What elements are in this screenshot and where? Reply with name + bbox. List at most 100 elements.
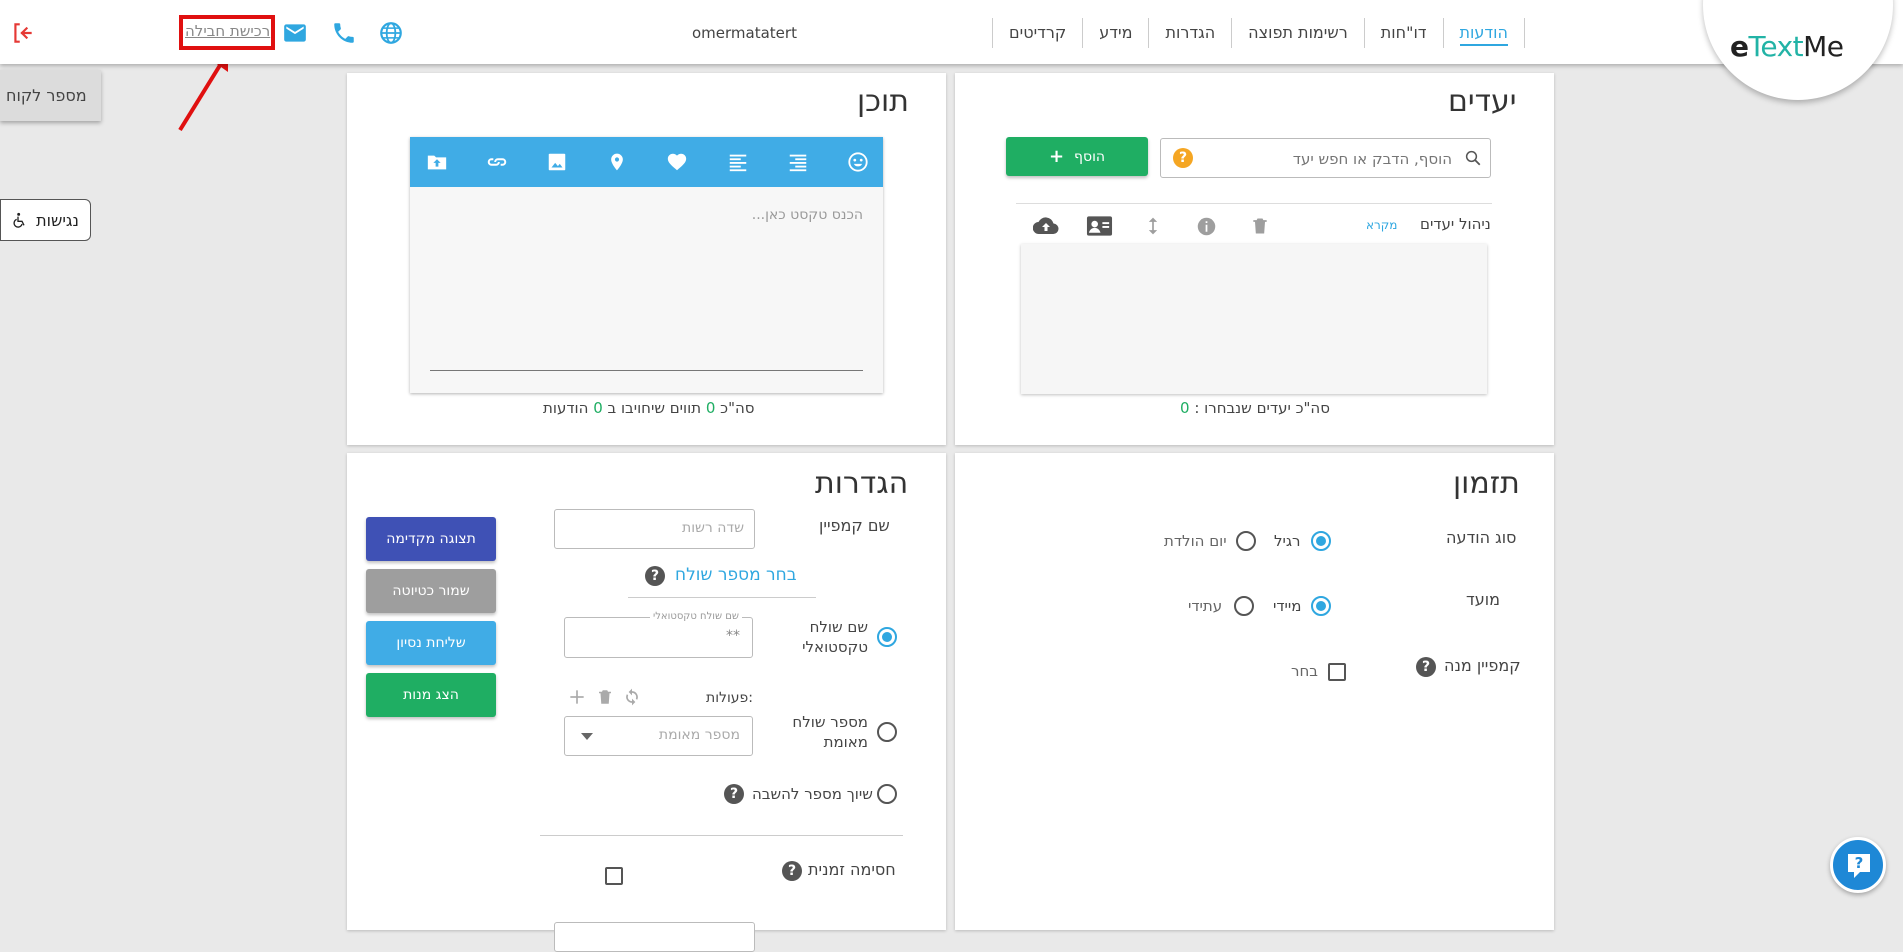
info-icon[interactable] (1196, 216, 1217, 237)
temporary-block-field[interactable] (554, 922, 755, 952)
textual-sender-field[interactable]: שם שולח טקסטואלי ** (564, 611, 753, 658)
message-type-label: סוג הודעה (1446, 528, 1517, 547)
upload-cloud-icon[interactable] (1033, 215, 1059, 237)
chevron-down-icon (581, 733, 593, 740)
nav-reports[interactable]: דו"חות (1363, 18, 1443, 48)
logo-me: Me (1803, 30, 1844, 63)
scheduling-title: תזמון (1453, 466, 1520, 501)
choose-sender-help-icon[interactable]: ? (645, 566, 665, 586)
textual-sender-value: ** (726, 628, 740, 644)
recipient-search-input[interactable] (1214, 147, 1454, 171)
choose-sender-divider (628, 597, 816, 598)
reply-number-radio[interactable] (877, 784, 897, 804)
contact-card-icon[interactable] (1086, 215, 1113, 237)
send-test-button[interactable]: שליחת נסיון (366, 621, 496, 665)
plus-icon: + (1048, 146, 1065, 167)
align-right-icon[interactable] (787, 151, 809, 173)
main-nav: הודעות דו"חות רשימות תפוצה הגדרות מידע ק… (992, 18, 1525, 48)
nav-settings[interactable]: הגדרות (1148, 18, 1231, 48)
image-icon[interactable] (546, 151, 568, 173)
message-type-birthday-radio[interactable] (1236, 531, 1256, 551)
add-recipient-button[interactable]: הוסף + (1006, 137, 1148, 176)
choose-sender-link[interactable]: בחר מספר שולח (675, 565, 797, 585)
legend-link[interactable]: מקרא (1366, 218, 1397, 232)
align-left-icon[interactable] (727, 151, 749, 173)
accessibility-button[interactable]: נגישות (0, 199, 91, 241)
verified-number-select[interactable]: מספר מאומת (564, 716, 753, 756)
accessibility-label: נגישות (36, 210, 79, 230)
timing-future-label: עתידי (1188, 597, 1223, 615)
recipients-title: יעדים (1448, 84, 1517, 119)
recipients-total-count: 0 (1180, 399, 1190, 417)
timing-now-label: מיידי (1273, 597, 1302, 615)
logout-icon[interactable] (10, 20, 36, 46)
location-icon[interactable] (607, 150, 627, 174)
message-type-birthday-label: יום הולדת (1164, 532, 1227, 550)
wheelchair-icon (13, 212, 25, 228)
link-icon[interactable] (485, 151, 509, 173)
subscription-checkbox[interactable] (1328, 663, 1346, 681)
refresh-icon[interactable] (622, 687, 642, 707)
temporary-block-checkbox[interactable] (605, 867, 623, 885)
verified-sender-radio[interactable] (877, 722, 897, 742)
timing-future-radio[interactable] (1234, 596, 1254, 616)
messages-count: 0 (593, 399, 603, 417)
timing-label: מועד (1466, 590, 1500, 609)
help-chat-icon: ? (1848, 854, 1870, 878)
upload-file-icon[interactable] (425, 151, 449, 173)
textual-sender-field-label: שם שולח טקסטואלי (650, 611, 742, 622)
editor-placeholder[interactable]: הכנס טקסט כאן... (752, 207, 863, 223)
nav-credits[interactable]: קרדיטים (992, 18, 1082, 48)
globe-icon[interactable] (378, 20, 404, 46)
settings-divider (540, 835, 903, 836)
nav-distribution-lists[interactable]: רשימות תפוצה (1231, 18, 1364, 48)
heart-icon[interactable] (666, 151, 688, 173)
save-draft-button[interactable]: שמור כטיוטה (366, 569, 496, 613)
campaign-name-placeholder: שדה רשות (682, 520, 744, 536)
recipients-list[interactable] (1021, 244, 1487, 394)
content-summary: סה"כ 0 תווים שיחויבו ב 0 הודעות (543, 399, 755, 417)
textual-sender-label: שם שולח טקסטואלי (802, 618, 868, 656)
reply-number-label: שיוך מספר להשבה (752, 785, 873, 803)
client-number-tab[interactable]: מספר לקוח (0, 70, 101, 121)
message-editor: הכנס טקסט כאן... (410, 137, 883, 393)
delete-number-icon[interactable] (596, 687, 614, 707)
logo-text: Text (1748, 30, 1804, 63)
mail-icon[interactable] (282, 20, 308, 46)
summary-prefix: סה"כ (720, 399, 755, 417)
help-icon[interactable]: ? (1173, 148, 1193, 168)
logo-e: e (1730, 30, 1749, 63)
editor-toolbar (410, 137, 883, 187)
nav-info[interactable]: מידע (1082, 18, 1148, 48)
search-icon (1465, 150, 1481, 166)
add-number-icon[interactable] (567, 687, 587, 707)
resize-vertical-icon[interactable] (1143, 214, 1163, 238)
campaign-name-field[interactable]: שדה רשות (554, 509, 755, 549)
help-chat-button[interactable]: ? (1830, 837, 1886, 893)
recipients-divider (1016, 203, 1492, 204)
username: omermatatert (692, 24, 797, 42)
temporary-block-help-icon[interactable]: ? (782, 861, 802, 881)
reply-number-help-icon[interactable]: ? (724, 784, 744, 804)
message-type-regular-label: רגיל (1274, 532, 1301, 550)
highlight-box (179, 15, 275, 50)
logo[interactable]: eTextMe (1730, 30, 1844, 63)
textual-sender-radio[interactable] (877, 627, 897, 647)
timing-now-radio[interactable] (1311, 596, 1331, 616)
manage-recipients-label: ניהול יעדים (1420, 215, 1491, 233)
preview-button[interactable]: תצוגה מקדימה (366, 517, 496, 561)
message-type-regular-radio[interactable] (1311, 531, 1331, 551)
phone-icon[interactable] (331, 20, 357, 46)
subscription-label: קמפיין מנה (1444, 656, 1521, 675)
campaign-name-label: שם קמפיין (819, 516, 890, 535)
show-subscription-button[interactable]: הצג מנות (366, 673, 496, 717)
temporary-block-label: חסימה זמנית (808, 860, 896, 879)
delete-icon[interactable] (1250, 216, 1270, 236)
subscription-choose-label: בחר (1291, 662, 1318, 680)
content-title: תוכן (857, 84, 909, 119)
subscription-help-icon[interactable]: ? (1416, 657, 1436, 677)
nav-messages[interactable]: הודעות (1442, 18, 1525, 48)
recipient-search-box: ? (1160, 138, 1491, 178)
verified-number-placeholder: מספר מאומת (658, 727, 740, 743)
emoji-icon[interactable] (847, 151, 869, 173)
